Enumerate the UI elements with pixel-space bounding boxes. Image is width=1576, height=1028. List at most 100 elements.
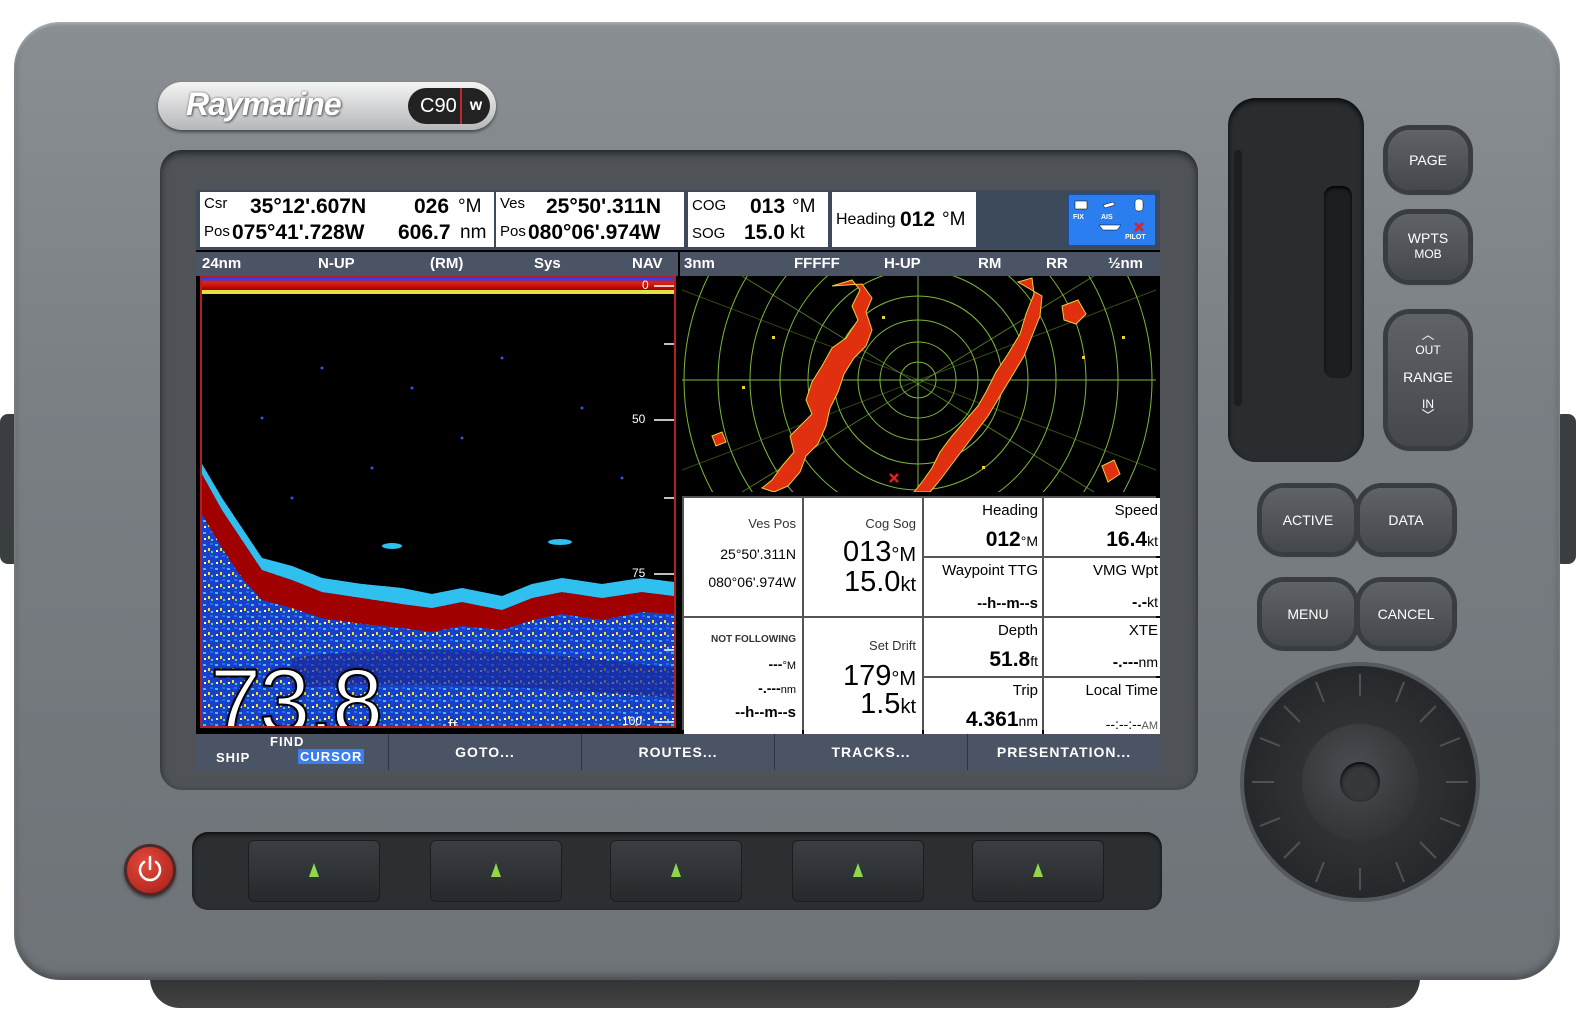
brand-logo: Raymarine C90 w [158, 82, 496, 130]
softkey-goto[interactable]: GOTO... [389, 734, 582, 770]
speed-number: 16.4 [1106, 528, 1148, 551]
cursor-label: CURSOR [298, 749, 365, 764]
vmg-wpt-cell[interactable]: VMG Wpt -.-kt [1044, 558, 1160, 616]
rotary-controller[interactable] [1244, 666, 1476, 898]
status-bar: Csr 35°12'.607N 026 °M Pos 075°41'.728W … [196, 190, 1160, 250]
csr-range: 606.7 [398, 221, 451, 244]
trip-unit: nm [1018, 713, 1038, 729]
heading-label: Heading [982, 502, 1038, 519]
cog-value: 013 [842, 536, 892, 568]
cog-label: COG [692, 197, 727, 214]
cursor-position-box: Csr 35°12'.607N 026 °M Pos 075°41'.728W … [200, 192, 494, 247]
heading-box: Heading 012 °M [832, 192, 976, 247]
ok-button[interactable] [1340, 762, 1380, 802]
depth-unit: ft [1030, 653, 1038, 669]
set-drift-cell[interactable]: Set Drift 179°M 1.5kt [804, 618, 922, 736]
cog-sog-cell[interactable]: Cog Sog 013°M 15.0kt [804, 498, 922, 616]
heading-unit: °M [942, 209, 966, 230]
sog-unit: kt [900, 574, 916, 596]
depth-label: Depth [997, 622, 1038, 639]
csr-label: Csr [204, 195, 228, 212]
sonar-depth-unit: ft [448, 716, 458, 728]
card-slot-latch[interactable] [1324, 186, 1352, 378]
local-time-unit: AM [1141, 720, 1159, 732]
data-panel: Ves Pos 25°50'.311N 080°06'.974W Cog Sog… [682, 496, 1160, 736]
trackpad-joystick[interactable] [1302, 724, 1418, 840]
active-button[interactable]: ACTIVE [1262, 488, 1354, 552]
range-button[interactable]: ︿ OUT RANGE IN ﹀ [1388, 314, 1468, 446]
local-time-number: --:--:-- [1105, 716, 1142, 732]
model-suffix: w [460, 88, 490, 124]
nav-status: NOT FOLLOWING [711, 634, 796, 645]
softkey-tracks[interactable]: TRACKS... [775, 734, 968, 770]
heading-unit: °M [1020, 533, 1038, 549]
wpts-mob-button[interactable]: WPTS MOB [1388, 214, 1468, 280]
radar-pane[interactable] [682, 276, 1156, 492]
set-unit: °M [891, 668, 916, 690]
heading-cell[interactable]: Heading 012°M [924, 498, 1042, 556]
waypoint-ttg-value: --h--m--s [977, 595, 1038, 612]
xte-cell[interactable]: XTE -.---nm [1044, 618, 1160, 676]
drift-unit: kt [900, 696, 916, 718]
fishfinder-pane[interactable]: 0 50 75 100 73.8 ft [200, 276, 676, 728]
speed-unit: kt [1147, 533, 1158, 549]
cog-unit: °M [891, 544, 916, 566]
trip-cell[interactable]: Trip 4.361nm [924, 678, 1042, 736]
range-in-chevron-icon: ﹀ [1421, 408, 1435, 423]
radar-gain: FFFFF [794, 255, 840, 272]
cancel-button[interactable]: CANCEL [1360, 582, 1452, 646]
ves-pos-label: Pos [500, 223, 526, 240]
nav-ttg: --h--m--s [735, 704, 796, 721]
physical-softkey-1[interactable] [248, 840, 380, 902]
navigation-cell[interactable]: NOT FOLLOWING ---°M -.---nm --h--m--s [684, 618, 802, 736]
depth-value: 51.8ft [989, 648, 1038, 672]
ves-label: Ves [500, 195, 526, 212]
cog-unit: °M [792, 196, 816, 217]
softkey-bar: FIND SHIP CURSOR GOTO... ROUTES... TRACK… [196, 734, 1160, 770]
trip-label: Trip [1012, 682, 1038, 699]
depth-scale-50: 50 [632, 412, 646, 426]
ves-pos-lat: 25°50'.311N [720, 546, 796, 562]
csr-lon: 075°41'.728W [232, 221, 365, 244]
ves-pos-cell[interactable]: Ves Pos 25°50'.311N 080°06'.974W [684, 498, 802, 616]
heading-label: Heading [836, 211, 896, 228]
xte-unit: nm [1138, 654, 1158, 670]
softkey-routes[interactable]: ROUTES... [582, 734, 775, 770]
ves-lon: 080°06'.974W [528, 221, 661, 244]
cog-sog-cog: 013°M [843, 536, 916, 569]
model-badge: C90 w [408, 88, 490, 124]
csr-bearing-unit: °M [458, 196, 482, 217]
physical-softkey-5[interactable] [972, 840, 1104, 902]
depth-scale-100: 100 [622, 714, 643, 728]
speed-label: Speed [1114, 502, 1158, 519]
vmg-wpt-label: VMG Wpt [1092, 562, 1158, 579]
softkey-find-ship-cursor[interactable]: FIND SHIP CURSOR [196, 734, 389, 770]
xte-value: -.---nm [1113, 654, 1158, 672]
data-button[interactable]: DATA [1360, 488, 1452, 552]
physical-softkey-4[interactable] [792, 840, 924, 902]
card-slot-edge [1234, 150, 1242, 406]
waypoint-ttg-cell[interactable]: Waypoint TTG --h--m--s [924, 558, 1042, 616]
power-button[interactable] [124, 844, 176, 896]
range-out-chevron-icon: ︿ [1421, 327, 1435, 342]
cog-sog-sog: 15.0kt [844, 566, 916, 599]
radar-range: 3nm [684, 255, 715, 272]
nav-bearing: ---°M [768, 656, 796, 672]
page-button[interactable]: PAGE [1388, 130, 1468, 190]
physical-softkey-3[interactable] [610, 840, 742, 902]
pos-label: Pos [204, 223, 230, 240]
menu-button[interactable]: MENU [1262, 582, 1354, 646]
card-slot-door[interactable] [1228, 98, 1364, 462]
radar-orientation: H-UP [884, 255, 921, 272]
sonar-nav: NAV [632, 255, 663, 272]
local-time-cell[interactable]: Local Time --:--:--AM [1044, 678, 1160, 736]
sonar-depth-readout: 73.8 [209, 650, 384, 728]
speed-cell[interactable]: Speed 16.4kt [1044, 498, 1160, 556]
softkey-presentation[interactable]: PRESENTATION... [968, 734, 1160, 770]
ship-label: SHIP [216, 750, 251, 765]
sog-value: 15.0 [744, 221, 785, 244]
sonar-sys: Sys [534, 255, 561, 272]
set-drift-label: Set Drift [869, 638, 916, 653]
depth-cell[interactable]: Depth 51.8ft [924, 618, 1042, 676]
physical-softkey-2[interactable] [430, 840, 562, 902]
